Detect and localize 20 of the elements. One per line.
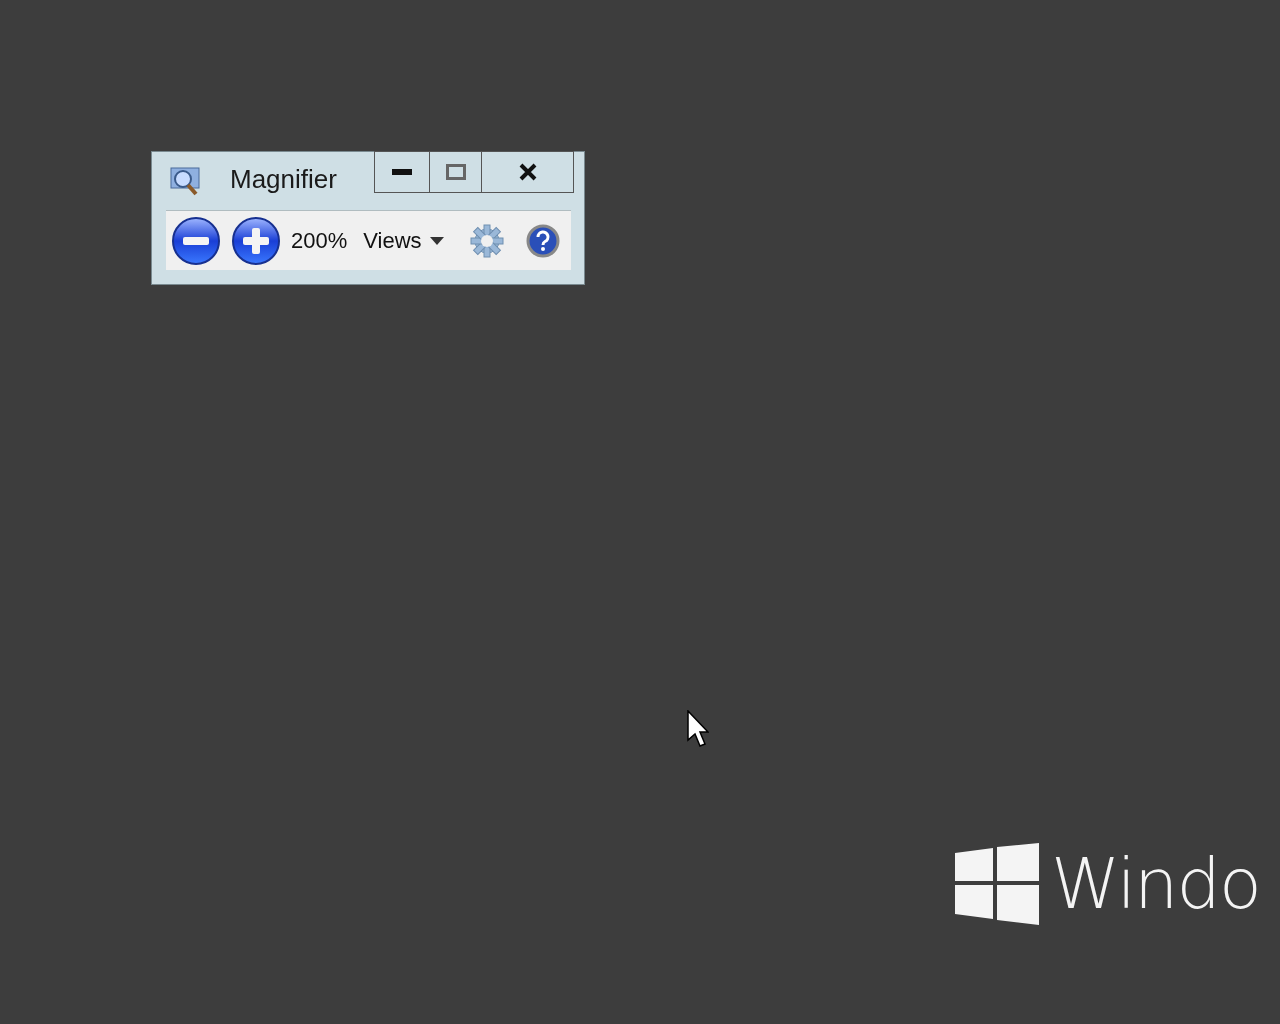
help-button[interactable] [525, 223, 560, 258]
maximize-icon [445, 164, 466, 180]
close-icon [518, 163, 537, 181]
window-title: Magnifier [230, 164, 337, 195]
views-dropdown[interactable]: Views [363, 227, 444, 254]
zoom-in-button[interactable] [231, 215, 281, 266]
minus-icon [171, 215, 221, 266]
magnifier-app-icon [169, 166, 201, 196]
windows-logo-icon [955, 843, 1039, 925]
minimize-icon [392, 169, 412, 175]
caret-icon [429, 236, 444, 245]
help-icon [525, 223, 560, 258]
mouse-pointer-icon [687, 710, 709, 748]
zoom-out-button[interactable] [171, 215, 221, 266]
maximize-button[interactable] [430, 151, 482, 193]
wallpaper-logo-text: Windo [1051, 849, 1260, 919]
close-button[interactable] [482, 151, 574, 193]
zoom-level: 200% [291, 227, 348, 254]
plus-icon [231, 215, 281, 266]
minimize-button[interactable] [374, 151, 430, 193]
